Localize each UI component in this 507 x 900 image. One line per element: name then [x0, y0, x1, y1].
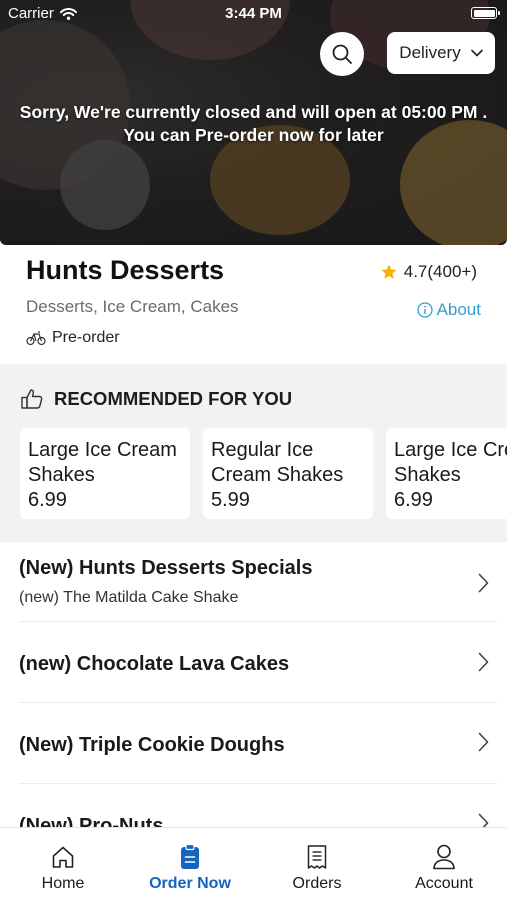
recommended-header: RECOMMENDED FOR YOU: [20, 388, 292, 410]
search-button[interactable]: [320, 32, 364, 76]
bicycle-icon: [26, 331, 46, 346]
menu-category-item[interactable]: (New) Hunts Desserts Specials (new) The …: [0, 543, 507, 622]
menu-category-title: (New) Triple Cookie Doughs: [19, 734, 285, 756]
chevron-right-icon: [478, 732, 489, 752]
recommended-card[interactable]: Large Ice Cream Shakes 6.99: [20, 428, 190, 519]
hero-banner: Carrier 3:44 PM Delivery Sorry, We're cu…: [0, 0, 507, 245]
user-icon: [433, 844, 455, 870]
recommended-item-name: Large Ice Cream Shakes: [394, 439, 507, 486]
recommended-title: RECOMMENDED FOR YOU: [54, 388, 293, 409]
star-icon: [381, 264, 397, 279]
recommended-card[interactable]: Regular Ice Cream Shakes 5.99: [203, 428, 373, 519]
recommended-item-name: Regular Ice Cream Shakes: [211, 439, 344, 486]
store-categories: Desserts, Ice Cream, Cakes: [26, 297, 239, 316]
tab-label: Order Now: [149, 875, 231, 892]
recommended-item-price: 5.99: [211, 489, 250, 511]
store-rating: 4.7(400+): [380, 262, 477, 282]
thumbs-up-icon: [21, 389, 43, 409]
menu-category-title: (New) Hunts Desserts Specials: [19, 557, 313, 579]
recommended-item-name: Large Ice Cream Shakes: [28, 439, 177, 486]
closed-message-line1: Sorry, We're currently closed and will o…: [19, 102, 488, 122]
rating-value: 4.7(400+): [403, 262, 477, 281]
menu-category-title: (new) Chocolate Lava Cakes: [19, 653, 290, 675]
battery-icon: [471, 7, 500, 19]
tab-label: Home: [41, 875, 85, 892]
recommended-item-price: 6.99: [28, 489, 67, 511]
about-link[interactable]: About: [416, 300, 481, 320]
tab-bar: Home Order Now Orders Account: [0, 827, 507, 900]
preorder-indicator: Pre-order: [26, 329, 120, 347]
menu-category-subtitle: (new) The Matilda Cake Shake: [19, 589, 239, 606]
preorder-label: Pre-order: [52, 329, 120, 346]
status-bar: Carrier 3:44 PM: [0, 0, 507, 28]
tab-order-now[interactable]: Order Now: [127, 828, 253, 900]
order-icon: [181, 843, 199, 869]
recommended-section: RECOMMENDED FOR YOU Large Ice Cream Shak…: [0, 364, 507, 542]
recommended-item-price: 6.99: [394, 489, 433, 511]
search-icon: [332, 44, 352, 64]
tab-label: Account: [415, 875, 473, 892]
delivery-mode-label: Delivery: [399, 43, 461, 62]
chevron-right-icon: [478, 573, 489, 593]
receipt-icon: [307, 845, 327, 869]
menu-category-item[interactable]: (New) Triple Cookie Doughs: [0, 703, 507, 783]
closed-message-line2: You can Pre-order now for later: [123, 125, 384, 145]
store-name: Hunts Desserts: [26, 255, 225, 285]
delivery-mode-dropdown[interactable]: Delivery: [387, 32, 495, 74]
closed-message: Sorry, We're currently closed and will o…: [0, 101, 507, 147]
tab-orders[interactable]: Orders: [254, 828, 380, 900]
chevron-right-icon: [478, 652, 489, 672]
about-label: About: [436, 300, 481, 319]
menu-category-item[interactable]: (New) Pro-Nuts: [0, 784, 507, 827]
home-icon: [52, 846, 74, 868]
tab-account[interactable]: Account: [381, 828, 507, 900]
menu-category-item[interactable]: (new) Chocolate Lava Cakes: [0, 622, 507, 702]
tab-home[interactable]: Home: [0, 828, 126, 900]
info-icon: [416, 302, 433, 318]
recommended-card[interactable]: Large Ice Cream Shakes 6.99: [386, 428, 507, 519]
tab-label: Orders: [292, 875, 342, 892]
clock: 3:44 PM: [225, 5, 282, 22]
chevron-right-icon: [478, 813, 489, 827]
menu-category-title: (New) Pro-Nuts: [19, 815, 164, 827]
chevron-down-icon: [470, 49, 483, 57]
